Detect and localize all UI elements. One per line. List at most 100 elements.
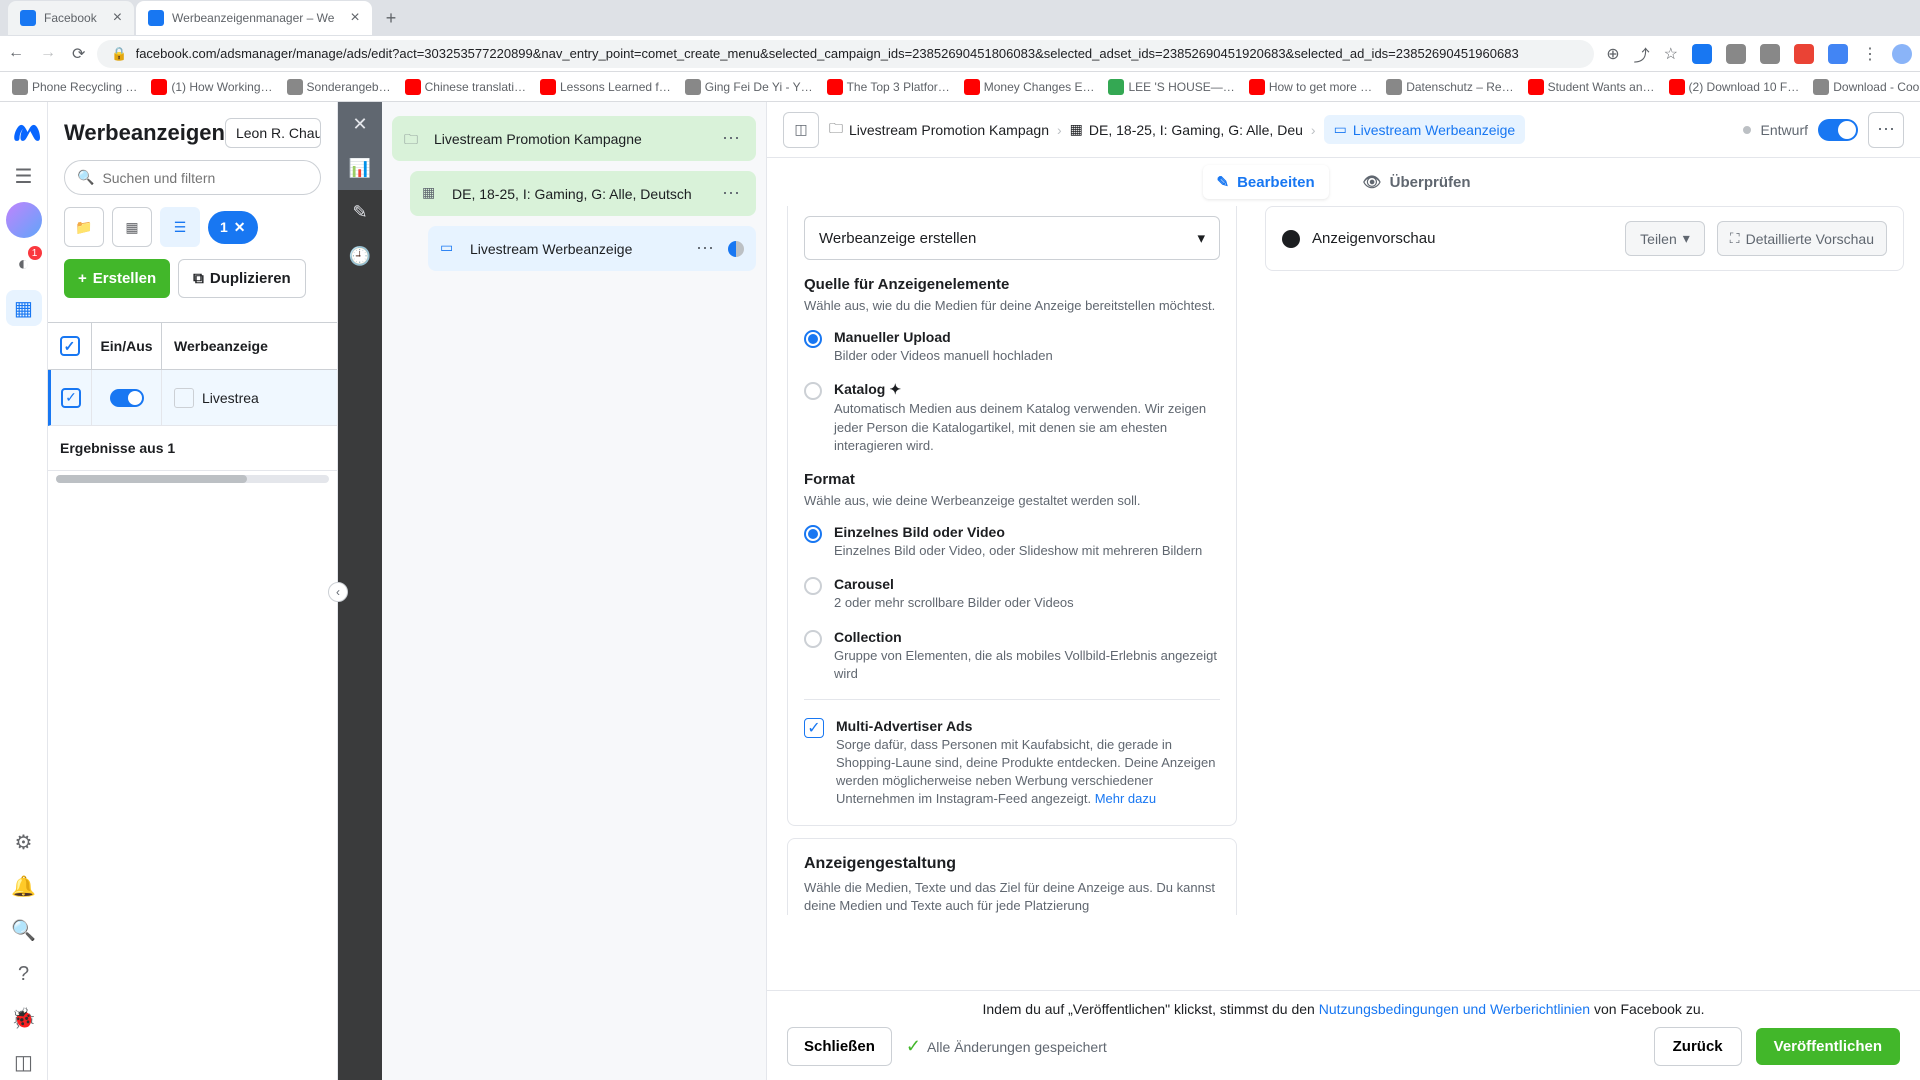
table-row[interactable]: ✓ Livestrea — [48, 370, 337, 426]
forward-icon[interactable]: → — [40, 44, 56, 64]
bookmark-item[interactable]: LEE 'S HOUSE—… — [1104, 77, 1238, 97]
list-view-button[interactable]: ☰ — [160, 207, 200, 247]
ad-type-dropdown[interactable]: Werbeanzeige erstellen ▾ — [804, 216, 1220, 260]
meta-logo[interactable] — [6, 114, 42, 150]
back-button[interactable]: Zurück — [1654, 1027, 1742, 1066]
horizontal-scrollbar[interactable] — [56, 475, 329, 483]
radio-button[interactable] — [804, 630, 822, 648]
radio-button[interactable] — [804, 382, 822, 400]
help-icon[interactable]: ? — [6, 956, 42, 992]
bookmark-item[interactable]: Ging Fei De Yi - Y… — [681, 77, 817, 97]
edit-icon[interactable]: ✎ — [338, 190, 382, 234]
publish-button[interactable]: Veröffentlichen — [1756, 1028, 1900, 1065]
url-field[interactable]: 🔒 facebook.com/adsmanager/manage/ads/edi… — [97, 40, 1594, 68]
bookmark-item[interactable]: Sonderangeb… — [283, 77, 395, 97]
hierarchy-adset[interactable]: ▦ DE, 18-25, I: Gaming, G: Alle, Deutsch… — [410, 171, 756, 216]
close-icon[interactable]: × — [350, 9, 359, 27]
toggle-switch[interactable] — [110, 389, 144, 407]
bookmark-item[interactable]: Chinese translati… — [401, 77, 530, 97]
grid-icon[interactable]: ▦ — [6, 290, 42, 326]
bug-icon[interactable]: 🐞 — [6, 1000, 42, 1036]
menu-icon[interactable]: ☰ — [6, 158, 42, 194]
radio-button[interactable] — [804, 330, 822, 348]
new-tab-button[interactable]: + — [374, 8, 409, 29]
browser-tab-facebook[interactable]: Facebook × — [8, 1, 134, 35]
select-all-checkbox[interactable]: ✓ — [60, 336, 80, 356]
extension-icon[interactable] — [1692, 44, 1712, 64]
bookmark-item[interactable]: Student Wants an… — [1524, 77, 1659, 97]
star-icon[interactable]: ☆ — [1664, 44, 1678, 64]
bookmark-item[interactable]: How to get more … — [1245, 77, 1376, 97]
breadcrumb-ad[interactable]: ▭Livestream Werbeanzeige — [1324, 115, 1526, 144]
bookmark-item[interactable]: Money Changes E… — [960, 77, 1099, 97]
extension-icon[interactable] — [1760, 44, 1780, 64]
zoom-icon[interactable]: ⊕ — [1606, 44, 1619, 64]
status-toggle[interactable] — [1818, 119, 1858, 141]
multi-advertiser-option[interactable]: ✓ Multi-Advertiser Ads Sorge dafür, dass… — [804, 699, 1220, 809]
search-icon[interactable]: 🔍 — [6, 912, 42, 948]
radio-button[interactable] — [804, 577, 822, 595]
bell-icon[interactable]: 🔔 — [6, 868, 42, 904]
extension-icon[interactable] — [1726, 44, 1746, 64]
folder-view-button[interactable]: 📁 — [64, 207, 104, 247]
bookmark-item[interactable]: Lessons Learned f… — [536, 77, 675, 97]
close-icon[interactable]: ✕ — [338, 102, 382, 146]
create-button[interactable]: +Erstellen — [64, 259, 170, 298]
grid-view-button[interactable]: ▦ — [112, 207, 152, 247]
source-option-manual[interactable]: Manueller Upload Bilder oder Videos manu… — [804, 329, 1220, 365]
avatar[interactable] — [6, 202, 42, 238]
column-header[interactable]: Werbeanzeige — [162, 338, 337, 354]
format-option-carousel[interactable]: Carousel 2 oder mehr scrollbare Bilder o… — [804, 576, 1220, 612]
row-checkbox[interactable]: ✓ — [61, 388, 81, 408]
more-icon[interactable]: ⋯ — [718, 183, 744, 204]
tab-review[interactable]: 👁Überprüfen — [1349, 165, 1485, 199]
more-link[interactable]: Mehr dazu — [1095, 791, 1156, 806]
panel-icon[interactable]: ◫ — [6, 1044, 42, 1080]
close-icon[interactable]: ✕ — [234, 219, 246, 236]
breadcrumb-adset[interactable]: ▦DE, 18-25, I: Gaming, G: Alle, Deu — [1070, 121, 1303, 138]
close-button[interactable]: Schließen — [787, 1027, 892, 1066]
radio-button[interactable] — [804, 525, 822, 543]
duplicate-button[interactable]: ⧉Duplizieren — [178, 259, 306, 298]
more-button[interactable]: ⋯ — [1868, 112, 1904, 148]
format-option-single[interactable]: Einzelnes Bild oder Video Einzelnes Bild… — [804, 524, 1220, 560]
more-icon[interactable]: ⋯ — [692, 238, 718, 259]
account-selector[interactable]: Leon R. Chaudh — [225, 118, 321, 148]
terms-link[interactable]: Nutzungsbedingungen und Werberichtlinien — [1319, 1001, 1590, 1017]
breadcrumb-campaign[interactable]: 🗀Livestream Promotion Kampagn — [829, 118, 1049, 142]
more-icon[interactable]: ⋮ — [1862, 44, 1878, 64]
selection-chip[interactable]: 1✕ — [208, 211, 258, 244]
format-option-collection[interactable]: Collection Gruppe von Elementen, die als… — [804, 629, 1220, 683]
history-icon[interactable]: 🕘 — [338, 234, 382, 278]
bookmark-item[interactable]: Datenschutz – Re… — [1382, 77, 1517, 97]
collapse-button[interactable]: ‹ — [328, 582, 348, 602]
hierarchy-campaign[interactable]: 🗀 Livestream Promotion Kampagne ⋯ — [392, 116, 756, 161]
gauge-icon[interactable]: ◐1 — [6, 246, 42, 282]
checkbox[interactable]: ✓ — [804, 718, 824, 738]
extension-icon[interactable] — [1828, 44, 1848, 64]
search-input[interactable]: 🔍 — [64, 160, 321, 195]
bookmark-item[interactable]: (1) How Working… — [147, 77, 276, 97]
tab-edit[interactable]: ✎Bearbeiten — [1203, 165, 1329, 199]
source-option-catalog[interactable]: Katalog✦ Automatisch Medien aus deinem K… — [804, 381, 1220, 455]
extension-icon[interactable] — [1794, 44, 1814, 64]
close-icon[interactable]: × — [113, 9, 122, 27]
bookmark-item[interactable]: The Top 3 Platfor… — [823, 77, 954, 97]
column-header[interactable]: Ein/Aus — [92, 323, 162, 369]
bookmark-item[interactable]: Phone Recycling … — [8, 77, 141, 97]
gear-icon[interactable]: ⚙ — [6, 824, 42, 860]
hierarchy-ad[interactable]: ▭ Livestream Werbeanzeige ⋯ — [428, 226, 756, 271]
bookmark-item[interactable]: (2) Download 10 F… — [1665, 77, 1804, 97]
more-icon[interactable]: ⋯ — [718, 128, 744, 149]
chart-icon[interactable]: 📊 — [338, 146, 382, 190]
reload-icon[interactable]: ⟳ — [72, 44, 85, 64]
profile-avatar[interactable] — [1892, 44, 1912, 64]
detailed-preview-button[interactable]: ⛶Detaillierte Vorschau — [1717, 221, 1887, 256]
back-icon[interactable]: ← — [8, 44, 24, 64]
search-field[interactable] — [102, 170, 308, 186]
bookmark-item[interactable]: Download - Cooki… — [1809, 77, 1920, 97]
share-icon[interactable]: ⤴ — [1634, 42, 1650, 66]
browser-tab-adsmanager[interactable]: Werbeanzeigenmanager – We × — [136, 1, 372, 35]
panel-toggle-button[interactable]: ◫ — [783, 112, 819, 148]
share-button[interactable]: Teilen▾ — [1625, 221, 1705, 256]
